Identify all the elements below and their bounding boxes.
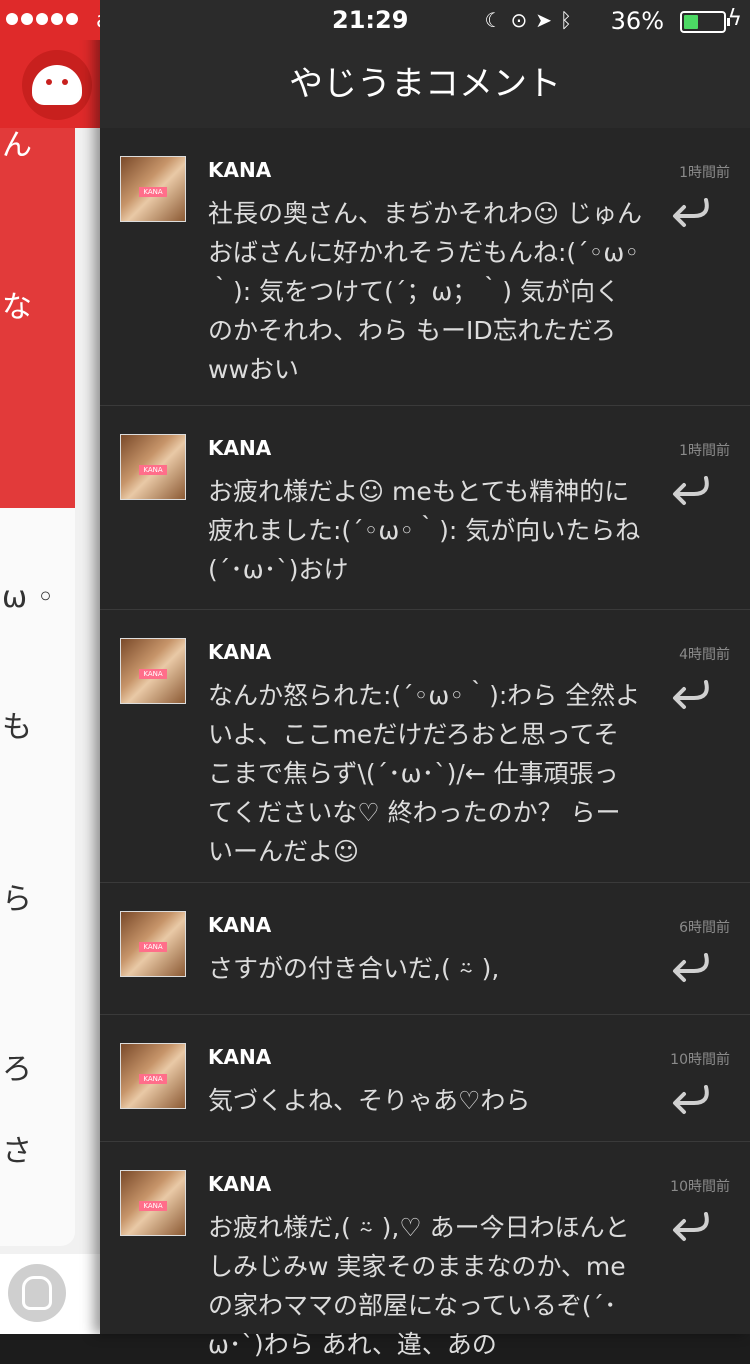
comment-item[interactable]: KANA KANA 4時間前 なんか怒られた:(´◦ω◦｀):わら 全然よいよ、… (100, 610, 750, 883)
left-panel-text: な (2, 290, 32, 325)
clock: 21:29 (332, 6, 409, 34)
user-avatar[interactable]: KANA (120, 434, 186, 500)
comment-list[interactable]: KANA KANA 1時間前 社長の奥さん、まぢかそれわ☺ じゅんおばさんに好か… (100, 128, 750, 1359)
left-panel-text: さ (2, 1134, 32, 1169)
reply-icon[interactable] (670, 194, 714, 234)
username[interactable]: KANA (208, 158, 271, 182)
user-avatar[interactable]: KANA (120, 156, 186, 222)
user-avatar[interactable]: KANA (120, 1170, 186, 1236)
charging-icon: ϟ (727, 6, 742, 31)
timestamp: 10時間前 (670, 1179, 730, 1195)
profile-avatar-icon[interactable] (8, 1264, 66, 1322)
comment-item[interactable]: KANA KANA 10時間前 気づくよね、そりゃあ♡わら (100, 1015, 750, 1142)
comment-text: さすがの付き合いだ,( ⍨ ), (208, 954, 500, 983)
timestamp: 10時間前 (670, 1052, 730, 1068)
comment-text: 気づくよね、そりゃあ♡わら (208, 1086, 531, 1115)
left-panel-header (0, 40, 100, 128)
left-panel-text: ら (2, 882, 32, 917)
bluetooth-icon: ᛒ (560, 8, 580, 32)
left-panel-text: も (2, 710, 32, 745)
rotation-lock-icon: ⊙ (510, 8, 536, 32)
username[interactable]: KANA (208, 436, 271, 460)
signal-strength-icon (6, 13, 78, 25)
timestamp: 6時間前 (679, 920, 730, 936)
status-icons: ☾⊙➤ᛒ (485, 8, 580, 32)
reply-icon[interactable] (670, 1081, 714, 1121)
username[interactable]: KANA (208, 1172, 271, 1196)
comment-text: お疲れ様だよ☺ meもとても精神的に疲れました:(´◦ω◦｀): 気が向いたらね… (208, 477, 641, 584)
moon-icon: ☾ (484, 8, 511, 32)
timestamp: 1時間前 (679, 165, 730, 181)
left-panel-text: ω ◦ (2, 580, 55, 615)
left-panel-red-card: ん な (0, 128, 75, 508)
left-panel-footer (0, 1254, 100, 1334)
comment-text: 社長の奥さん、まぢかそれわ☺ じゅんおばさんに好かれそうだもんね:(´◦ω◦｀)… (208, 199, 643, 384)
username[interactable]: KANA (208, 913, 271, 937)
user-avatar[interactable]: KANA (120, 911, 186, 977)
comments-screen: やじうまコメント KANA KANA 1時間前 社長の奥さん、まぢかそれわ☺ じ… (100, 0, 750, 1359)
comment-item[interactable]: KANA KANA 6時間前 さすがの付き合いだ,( ⍨ ), (100, 883, 750, 1015)
timestamp: 1時間前 (679, 443, 730, 459)
left-panel-text: ろ (2, 1052, 32, 1087)
battery-percent: 36% (610, 7, 664, 35)
status-bar: au 21:29 ☾⊙➤ᛒ 36% ϟ (0, 0, 750, 40)
nav-bar: やじうまコメント (100, 40, 750, 128)
previous-screen-panel[interactable]: ん な ω ◦ も ら ろ さ (0, 40, 100, 1334)
user-avatar[interactable]: KANA (120, 638, 186, 704)
timestamp: 4時間前 (679, 647, 730, 663)
comment-item[interactable]: KANA KANA 10時間前 お疲れ様だ,( ⍨ ),♡ あー今日わほんとしみ… (100, 1142, 750, 1359)
user-avatar[interactable]: KANA (120, 1043, 186, 1109)
comment-item[interactable]: KANA KANA 1時間前 社長の奥さん、まぢかそれわ☺ じゅんおばさんに好か… (100, 128, 750, 406)
left-panel-white-card: ω ◦ も ら ろ さ (0, 508, 75, 1246)
username[interactable]: KANA (208, 1045, 271, 1069)
location-icon: ➤ (535, 8, 560, 32)
reply-icon[interactable] (670, 1208, 714, 1248)
battery-icon (680, 11, 730, 33)
left-panel-text: ん (2, 128, 32, 163)
status-bar-left (0, 0, 100, 40)
page-title: やじうまコメント (289, 64, 561, 104)
reply-icon[interactable] (670, 676, 714, 716)
comment-item[interactable]: KANA KANA 1時間前 お疲れ様だよ☺ meもとても精神的に疲れました:(… (100, 406, 750, 610)
comment-text: なんか怒られた:(´◦ω◦｀):わら 全然よいよ、ここmeだけだろおと思ってそこ… (208, 681, 641, 866)
username[interactable]: KANA (208, 640, 271, 664)
app-logo-icon[interactable] (22, 50, 92, 120)
status-bar-right: 21:29 ☾⊙➤ᛒ 36% ϟ (100, 0, 750, 40)
comment-text: お疲れ様だ,( ⍨ ),♡ あー今日わほんとしみじみw 実家そのままなのか、me… (208, 1213, 630, 1359)
reply-icon[interactable] (670, 949, 714, 989)
reply-icon[interactable] (670, 472, 714, 512)
